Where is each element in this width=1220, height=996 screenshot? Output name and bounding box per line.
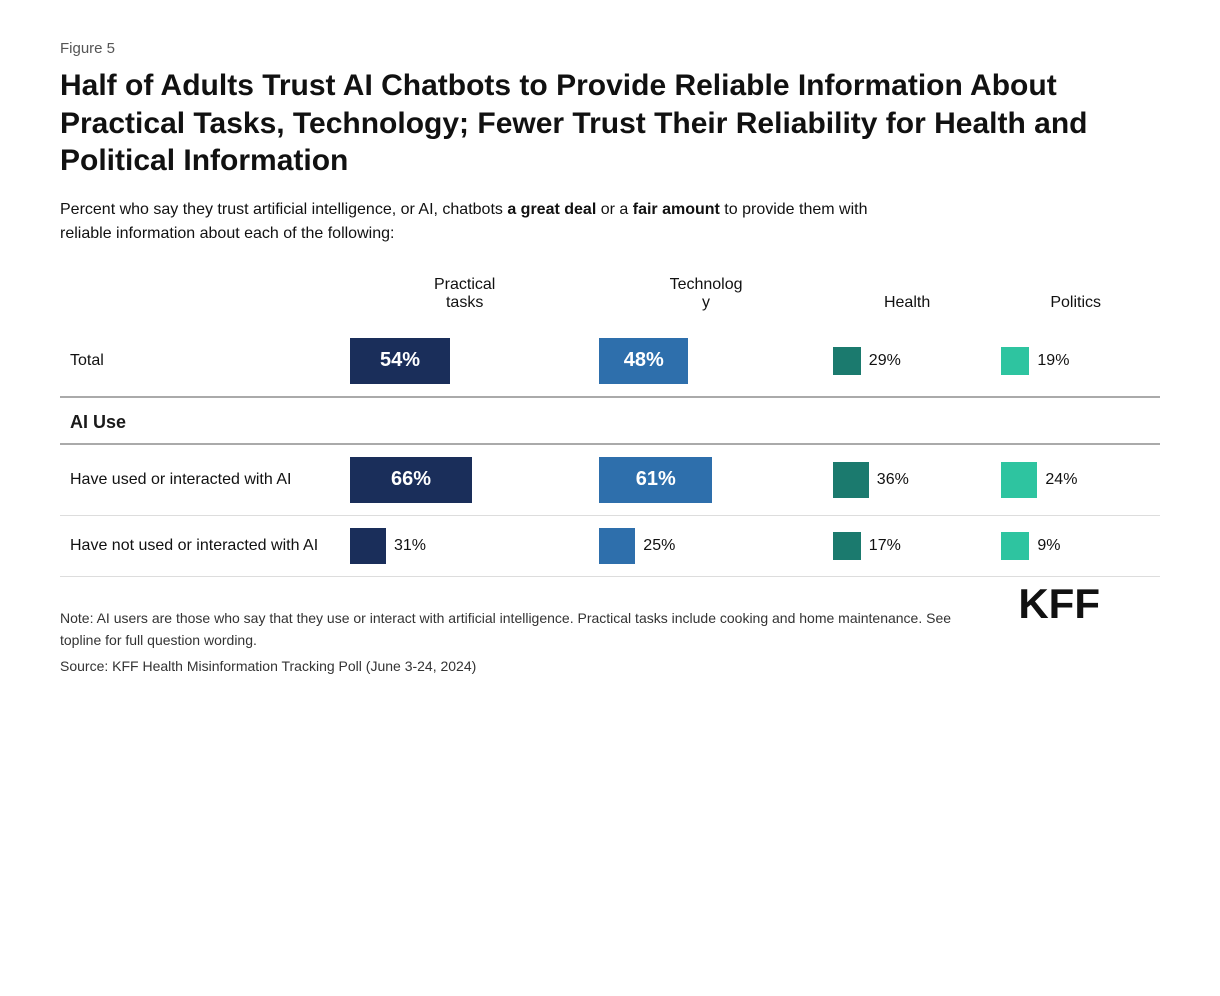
bar-pct-0-3: 19%	[1037, 352, 1069, 370]
subtitle-plain: Percent who say they trust artificial in…	[60, 201, 507, 218]
chart-title: Half of Adults Trust AI Chatbots to Prov…	[60, 67, 1160, 180]
value-cell-0-0: 54%	[340, 326, 589, 397]
row-label-2: Have used or interacted with AI	[60, 444, 340, 516]
bar-container-3-3: 9%	[1001, 532, 1150, 560]
bar-container-0-0: 54%	[350, 338, 579, 384]
bar-3-3	[1001, 532, 1029, 560]
bar-container-2-3: 24%	[1001, 462, 1150, 498]
value-cell-0-2: 29%	[823, 326, 992, 397]
bar-pct-3-2: 17%	[869, 537, 901, 555]
bar-0-3	[1001, 347, 1029, 375]
bar-pct-3-0: 31%	[394, 537, 426, 555]
row-label-0: Total	[60, 326, 340, 397]
value-cell-2-2: 36%	[823, 444, 992, 516]
bar-container-3-2: 17%	[833, 532, 982, 560]
bar-container-0-2: 29%	[833, 347, 982, 375]
subtitle-bold1: a great deal	[507, 201, 596, 218]
bar-pct-2-3: 24%	[1045, 471, 1077, 489]
bar-0-2	[833, 347, 861, 375]
value-cell-0-1: 48%	[589, 326, 823, 397]
bar-container-3-1: 25%	[599, 528, 813, 564]
value-cell-3-3: 9%	[991, 515, 1160, 576]
value-cell-2-3: 24%	[991, 444, 1160, 516]
bar-3-2	[833, 532, 861, 560]
bar-3-1	[599, 528, 635, 564]
data-table: Practicaltasks Technology Health Politic…	[60, 276, 1160, 577]
bar-2-1: 61%	[599, 457, 712, 503]
col-header-health: Health	[823, 276, 992, 326]
footer: Note: AI users are those who say that th…	[60, 607, 1160, 678]
value-cell-3-1: 25%	[589, 515, 823, 576]
bar-0-0: 54%	[350, 338, 450, 384]
bar-3-0	[350, 528, 386, 564]
note-text: Note: AI users are those who say that th…	[60, 607, 960, 652]
col-header-technology: Technology	[589, 276, 823, 326]
bar-2-2	[833, 462, 869, 498]
subtitle-middle: or a	[596, 201, 632, 218]
kff-logo: KFF	[1018, 580, 1100, 628]
value-cell-2-0: 66%	[340, 444, 589, 516]
subtitle-bold2: fair amount	[633, 201, 720, 218]
col-header-practical: Practicaltasks	[340, 276, 589, 326]
value-cell-3-2: 17%	[823, 515, 992, 576]
section-header-row: AI Use	[60, 397, 1160, 444]
bar-container-3-0: 31%	[350, 528, 579, 564]
bar-container-0-1: 48%	[599, 338, 813, 384]
bar-pct-3-3: 9%	[1037, 537, 1060, 555]
col-header-empty	[60, 276, 340, 326]
bar-0-1: 48%	[599, 338, 688, 384]
bar-container-2-0: 66%	[350, 457, 579, 503]
bar-2-0: 66%	[350, 457, 472, 503]
row-label-3: Have not used or interacted with AI	[60, 515, 340, 576]
bar-container-2-1: 61%	[599, 457, 813, 503]
bar-container-0-3: 19%	[1001, 347, 1150, 375]
bar-pct-0-2: 29%	[869, 352, 901, 370]
figure-label: Figure 5	[60, 40, 1160, 57]
value-cell-0-3: 19%	[991, 326, 1160, 397]
bar-pct-2-2: 36%	[877, 471, 909, 489]
bar-container-2-2: 36%	[833, 462, 982, 498]
chart-subtitle: Percent who say they trust artificial in…	[60, 198, 880, 246]
value-cell-3-0: 31%	[340, 515, 589, 576]
col-header-politics: Politics	[991, 276, 1160, 326]
source-text: Source: KFF Health Misinformation Tracki…	[60, 655, 960, 677]
bar-pct-3-1: 25%	[643, 537, 675, 555]
value-cell-2-1: 61%	[589, 444, 823, 516]
bar-2-3	[1001, 462, 1037, 498]
